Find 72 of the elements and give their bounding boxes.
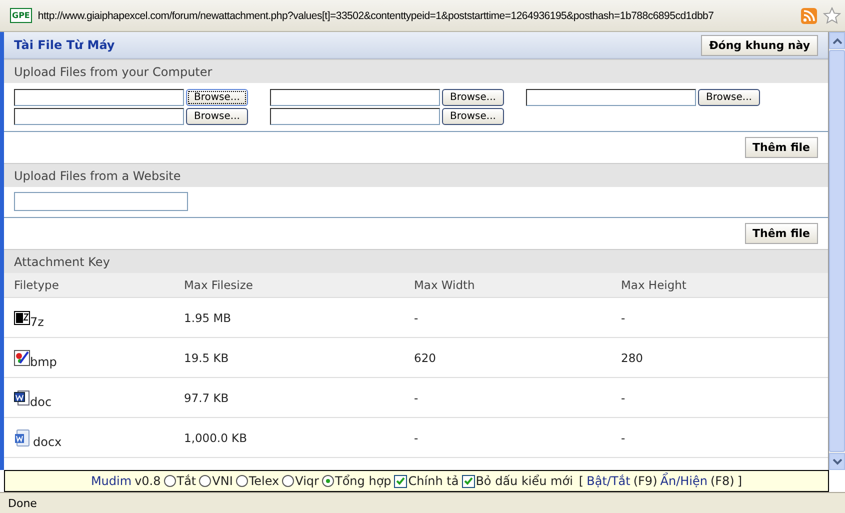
radio-button[interactable]: [164, 475, 176, 487]
table-cell: -: [621, 390, 626, 404]
section-header: Upload Files from a Website: [4, 163, 828, 187]
browse-button[interactable]: Browse...: [698, 89, 760, 106]
section-header: Upload Files from your Computer: [4, 59, 828, 83]
checkbox-label[interactable]: Chính tả: [408, 474, 459, 488]
table-cell-text: 97.7 KB: [184, 390, 230, 404]
radio-label[interactable]: VNI: [212, 474, 233, 488]
status-text: Done: [8, 496, 37, 510]
radio-label[interactable]: Viqr: [295, 474, 319, 488]
shortcut-label: (F8): [710, 474, 734, 488]
table-cell-text: 620: [414, 350, 437, 364]
column-header: Max Height: [621, 278, 686, 292]
add-file-button[interactable]: Thêm file: [744, 137, 818, 158]
file-path-field[interactable]: [14, 89, 184, 106]
table-cell: 7z: [30, 314, 44, 328]
checkbox-label[interactable]: Bỏ dấu kiểu mới: [476, 474, 573, 488]
table-cell: 280: [621, 350, 643, 364]
bracket: ]: [737, 474, 742, 488]
site-icon: GPE: [10, 8, 32, 23]
table-cell-text: -: [414, 390, 420, 404]
checkmark-icon: [396, 477, 406, 485]
table-cell: bmp: [30, 354, 57, 368]
radio-button[interactable]: [282, 475, 294, 487]
table-cell-text: -: [414, 430, 420, 444]
column-header: Max Filesize: [184, 278, 254, 292]
archive-icon: [14, 310, 30, 324]
radio-label[interactable]: Tổng hợp: [335, 474, 392, 488]
url-field[interactable]: [14, 192, 188, 211]
paint-icon: [14, 350, 30, 366]
url-text[interactable]: http://www.giaiphapexcel.com/forum/newattachment.php?values[t]=33502&contenttypeid=1&poststarttime=1264936195&posthash=1b788c6895cd1dbb7: [38, 10, 795, 22]
checkbox[interactable]: [394, 474, 408, 488]
radio-button[interactable]: [236, 475, 248, 487]
add-file-button[interactable]: Thêm file: [744, 223, 818, 244]
table-cell: doc: [30, 394, 52, 408]
file-path-field[interactable]: [270, 89, 440, 106]
show-hide-link[interactable]: Ẩn/Hiện: [660, 474, 708, 488]
column-header: Filetype: [14, 278, 60, 292]
checkmark-icon: [464, 477, 473, 485]
browse-button[interactable]: Browse...: [442, 108, 504, 125]
radio-button[interactable]: [199, 475, 212, 487]
radio-button[interactable]: [322, 475, 334, 487]
browse-button[interactable]: Browse...: [442, 89, 504, 106]
document-icon: [14, 390, 30, 406]
dialog-title: Tài File Từ Máy: [14, 38, 115, 52]
table-cell: -: [621, 430, 626, 444]
table-cell-text: 1,000.0 KB: [184, 430, 248, 444]
browse-button[interactable]: Browse...: [186, 89, 248, 106]
document-icon: [14, 428, 30, 446]
file-path-field[interactable]: [526, 89, 696, 106]
table-cell: docx: [33, 434, 62, 448]
table-cell-text: -: [414, 310, 420, 324]
column-header: Max Width: [414, 278, 476, 292]
table-cell-text: 1.95 MB: [184, 310, 232, 324]
star-icon[interactable]: [823, 6, 841, 24]
shortcut-label: (F9): [633, 474, 658, 488]
app-name: Mudim: [90, 474, 132, 488]
scroll-down-button[interactable]: [829, 453, 845, 470]
close-frame-button[interactable]: Đóng khung này: [701, 34, 818, 56]
toggle-link[interactable]: Bật/Tắt: [586, 474, 630, 488]
table-cell-text: 19.5 KB: [184, 350, 230, 364]
file-path-field[interactable]: [14, 108, 184, 125]
checkbox[interactable]: [462, 474, 475, 488]
radio-label[interactable]: Telex: [248, 474, 280, 488]
browse-button[interactable]: Browse...: [186, 108, 248, 125]
section-header: Attachment Key: [4, 249, 828, 273]
bracket: [: [578, 474, 584, 488]
version-label: v0.8: [134, 474, 161, 488]
scroll-up-button[interactable]: [829, 32, 845, 49]
table-cell: -: [621, 310, 626, 324]
radio-label[interactable]: Tắt: [176, 474, 196, 488]
file-path-field[interactable]: [270, 108, 440, 125]
